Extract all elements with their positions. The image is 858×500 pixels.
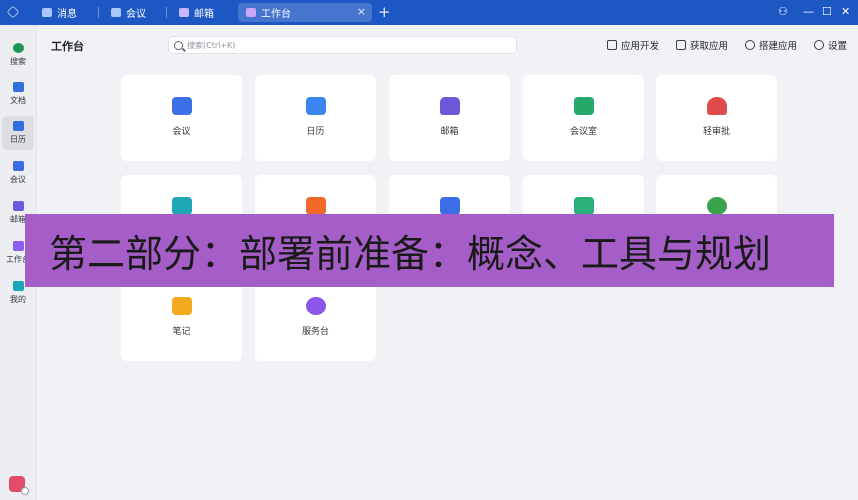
app-card-meeting[interactable]: 会议 [121, 75, 242, 161]
calendar-icon [305, 97, 326, 115]
support-icon [305, 297, 326, 315]
close-window-button[interactable]: ✕ [841, 4, 850, 20]
video-icon [111, 8, 121, 17]
check-icon [573, 197, 594, 215]
workplace-icon [246, 8, 256, 17]
settings-button[interactable]: 设置 [814, 38, 847, 52]
note-icon [171, 297, 192, 315]
build-app-button[interactable]: 搭建应用 [745, 38, 797, 52]
app-card-calendar[interactable]: 日历 [255, 75, 376, 161]
stamp-icon [706, 97, 727, 115]
tab-divider [166, 7, 167, 18]
app-card-mail[interactable]: 邮箱 [389, 75, 510, 161]
build-icon [745, 40, 755, 50]
search-box[interactable] [168, 36, 517, 54]
maximize-button[interactable]: ☐ [822, 4, 832, 20]
mail-icon [12, 201, 24, 211]
app-logo-icon [6, 5, 20, 19]
printer-icon [171, 197, 192, 215]
megaphone-icon [305, 197, 326, 215]
status-dot [21, 487, 29, 495]
rail-item-search[interactable]: 搜索 [2, 38, 34, 72]
tab-workplace[interactable]: 工作台 × [238, 3, 372, 22]
page-title: 工作台 [51, 40, 84, 53]
mail-icon [179, 8, 189, 17]
workplace-icon [12, 241, 24, 251]
app-dev-icon [607, 40, 617, 50]
search-input[interactable] [187, 40, 487, 50]
app-dev-button[interactable]: 应用开发 [607, 38, 659, 52]
app-card-service-desk[interactable]: 服务台 [255, 275, 376, 361]
section-banner: 第二部分：部署前准备：概念、工具与规划 [25, 214, 834, 287]
avatar[interactable] [9, 476, 29, 495]
grid-icon [676, 40, 686, 50]
group-icon [706, 197, 727, 215]
video-icon [12, 161, 24, 171]
app-card-meeting-room[interactable]: 会议室 [523, 75, 644, 161]
doc-icon [12, 82, 24, 92]
rail-item-docs[interactable]: 文档 [2, 77, 34, 111]
minimize-button[interactable]: — [803, 4, 814, 20]
app-card-approval[interactable]: 轻审批 [656, 75, 777, 161]
new-tab-button[interactable]: + [378, 3, 391, 21]
cube-icon [12, 281, 24, 291]
settings-cloud-icon[interactable]: ⚇ [778, 4, 788, 20]
tab-meeting[interactable]: 会议 [103, 3, 154, 22]
close-tab-icon[interactable]: × [357, 5, 366, 18]
mail-icon [439, 97, 460, 115]
tab-mail[interactable]: 邮箱 [171, 3, 222, 22]
banner-title: 第二部分：部署前准备：概念、工具与规划 [49, 232, 772, 276]
app-card-notes[interactable]: 笔记 [121, 275, 242, 361]
get-apps-button[interactable]: 获取应用 [676, 38, 728, 52]
gear-icon [814, 40, 824, 50]
search-icon [174, 40, 183, 50]
calendar-icon [12, 121, 24, 131]
tab-messages[interactable]: 消息 [34, 3, 85, 22]
video-icon [171, 97, 192, 115]
rail-item-meeting[interactable]: 会议 [2, 156, 34, 190]
rail-item-calendar[interactable]: 日历 [2, 116, 34, 150]
title-bar: 消息 会议 邮箱 工作台 × + ⚇ — ☐ ✕ [0, 0, 858, 25]
meeting-room-icon [573, 97, 594, 115]
search-icon [12, 43, 24, 53]
tab-divider [98, 7, 99, 18]
chat-icon [42, 8, 52, 17]
edit-icon [439, 197, 460, 215]
